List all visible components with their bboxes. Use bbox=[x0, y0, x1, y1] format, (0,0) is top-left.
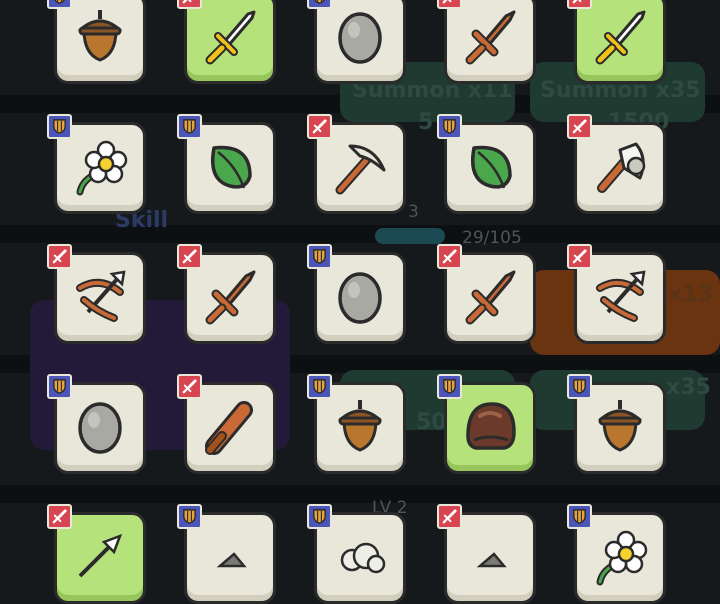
unknown-icon bbox=[200, 526, 260, 586]
crossbow-icon bbox=[590, 266, 650, 326]
shield-badge-icon bbox=[307, 504, 332, 529]
inventory-slot[interactable] bbox=[177, 244, 276, 344]
dagger-icon bbox=[200, 6, 260, 66]
inventory-slot[interactable] bbox=[47, 244, 146, 344]
leaf-icon bbox=[460, 136, 520, 196]
inventory-slot[interactable] bbox=[437, 504, 536, 604]
acorn-icon bbox=[590, 396, 650, 456]
sword-badge-icon bbox=[307, 114, 332, 139]
inventory-slot[interactable] bbox=[307, 504, 406, 604]
flower-icon bbox=[70, 136, 130, 196]
inventory-slot[interactable] bbox=[307, 244, 406, 344]
shield-badge-icon bbox=[177, 114, 202, 139]
axe-icon bbox=[590, 136, 650, 196]
club-icon bbox=[200, 396, 260, 456]
sword-badge-icon bbox=[47, 504, 72, 529]
wooden-sword-icon bbox=[460, 6, 520, 66]
shield-badge-icon bbox=[437, 114, 462, 139]
dagger-icon bbox=[590, 6, 650, 66]
flower-icon bbox=[590, 526, 650, 586]
sword-badge-icon bbox=[437, 0, 462, 9]
sword-badge-icon bbox=[177, 244, 202, 269]
shield-badge-icon bbox=[567, 504, 592, 529]
inventory-slot[interactable] bbox=[47, 504, 146, 604]
inventory-slot[interactable] bbox=[47, 114, 146, 214]
shield-badge-icon bbox=[47, 0, 72, 9]
shield-badge-icon bbox=[437, 374, 462, 399]
sword-badge-icon bbox=[177, 0, 202, 9]
stone-icon bbox=[330, 6, 390, 66]
arrow-icon bbox=[70, 526, 130, 586]
inventory-slot[interactable] bbox=[177, 504, 276, 604]
inventory-slot[interactable] bbox=[437, 374, 536, 474]
sword-badge-icon bbox=[177, 374, 202, 399]
wooden-sword-icon bbox=[200, 266, 260, 326]
inventory-slot[interactable] bbox=[567, 244, 666, 344]
pickaxe-icon bbox=[330, 136, 390, 196]
inventory-slot[interactable] bbox=[567, 114, 666, 214]
helmet-icon bbox=[460, 396, 520, 456]
inventory-slot[interactable] bbox=[177, 114, 276, 214]
crossbow-icon bbox=[70, 266, 130, 326]
shield-badge-icon bbox=[567, 374, 592, 399]
stone-icon bbox=[70, 396, 130, 456]
sword-badge-icon bbox=[47, 244, 72, 269]
shield-badge-icon bbox=[307, 0, 332, 9]
stone-icon bbox=[330, 266, 390, 326]
shield-badge-icon bbox=[307, 244, 332, 269]
shield-badge-icon bbox=[47, 374, 72, 399]
wooden-sword-icon bbox=[460, 266, 520, 326]
inventory-slot[interactable] bbox=[307, 0, 406, 84]
unknown-icon bbox=[460, 526, 520, 586]
inventory-slot[interactable] bbox=[567, 0, 666, 84]
inventory-slot[interactable] bbox=[307, 374, 406, 474]
inventory-slot[interactable] bbox=[437, 244, 536, 344]
inventory-slot[interactable] bbox=[437, 114, 536, 214]
inventory-slot[interactable] bbox=[567, 504, 666, 604]
sword-badge-icon bbox=[567, 0, 592, 9]
inventory-slot[interactable] bbox=[567, 374, 666, 474]
inventory-slot[interactable] bbox=[437, 0, 536, 84]
inventory-slot[interactable] bbox=[47, 0, 146, 84]
shield-badge-icon bbox=[47, 114, 72, 139]
sword-badge-icon bbox=[567, 244, 592, 269]
shield-badge-icon bbox=[177, 504, 202, 529]
inventory-slot[interactable] bbox=[307, 114, 406, 214]
inventory-slot[interactable] bbox=[177, 374, 276, 474]
acorn-icon bbox=[70, 6, 130, 66]
inventory-slot[interactable] bbox=[47, 374, 146, 474]
inventory-grid bbox=[0, 0, 720, 604]
leaf-icon bbox=[200, 136, 260, 196]
sword-badge-icon bbox=[437, 244, 462, 269]
cloud-icon bbox=[330, 526, 390, 586]
sword-badge-icon bbox=[567, 114, 592, 139]
acorn-icon bbox=[330, 396, 390, 456]
sword-badge-icon bbox=[437, 504, 462, 529]
inventory-slot[interactable] bbox=[177, 0, 276, 84]
shield-badge-icon bbox=[307, 374, 332, 399]
